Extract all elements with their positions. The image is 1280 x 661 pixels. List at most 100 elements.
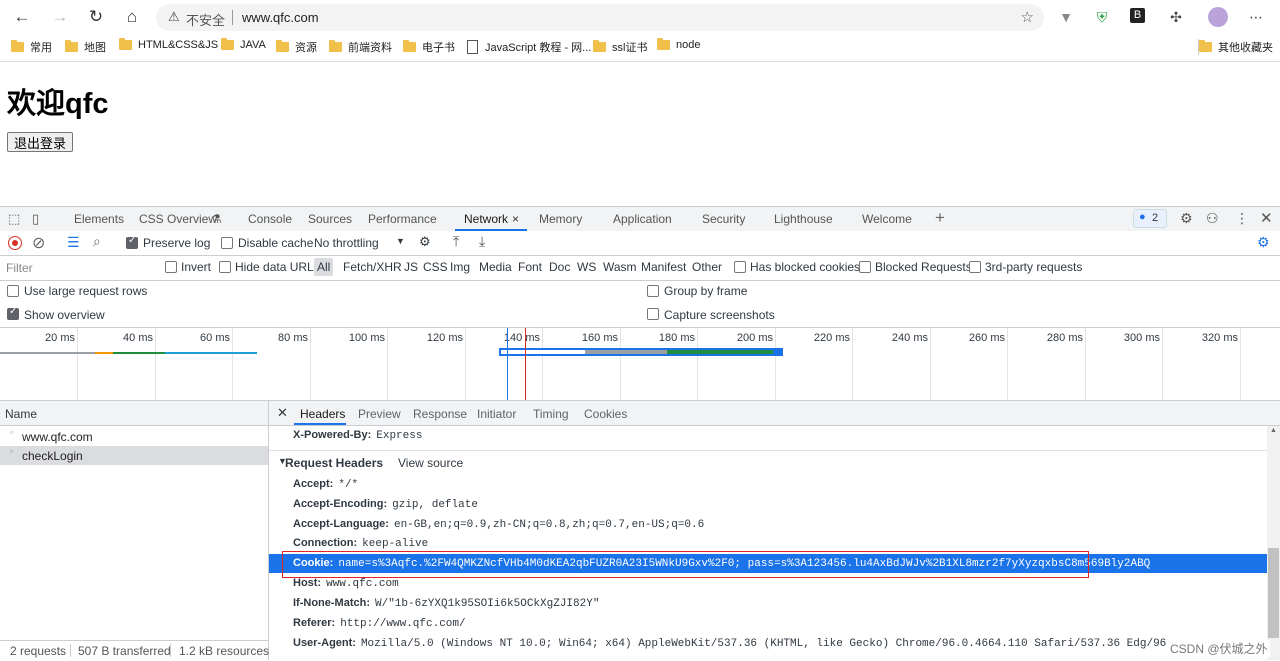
shield-icon[interactable]: ⛨ [1093, 8, 1111, 26]
third-party-checkbox[interactable] [969, 261, 981, 273]
hide-data-urls-checkbox[interactable] [219, 261, 231, 273]
network-settings-icon[interactable]: ⚙ [1257, 234, 1270, 251]
avatar[interactable] [1208, 7, 1228, 27]
bookmark-folder[interactable]: JAVA [221, 38, 266, 51]
bookmark-folder[interactable]: ssl证书 [593, 39, 647, 55]
request-row-selected[interactable]: ▫ checkLogin [0, 446, 268, 465]
add-tab-icon[interactable]: + [935, 208, 945, 228]
show-overview-checkbox[interactable] [7, 306, 19, 320]
address-bar[interactable]: ⚠ 不安全 www.qfc.com ☆ [156, 4, 1044, 31]
extension-v-icon[interactable]: ▼ [1057, 8, 1075, 26]
scroll-up-icon[interactable]: ▲ [1270, 427, 1277, 434]
bookmark-folder[interactable]: node [657, 38, 700, 51]
bookmark-folder[interactable]: 电子书 [403, 39, 455, 55]
type-filter-font[interactable]: Font [518, 260, 542, 274]
type-filter-other[interactable]: Other [692, 260, 722, 274]
tab-headers[interactable]: Headers [300, 407, 345, 421]
type-filter-media[interactable]: Media [479, 260, 512, 274]
capture-screenshots-checkbox[interactable] [647, 308, 659, 320]
issues-badge[interactable]: ● 2 [1133, 209, 1167, 228]
name-column-header[interactable]: Name [5, 407, 37, 421]
blocked-cookies-checkbox[interactable] [734, 261, 746, 273]
extensions-puzzle-icon[interactable]: ✣ [1167, 8, 1185, 26]
view-source-link[interactable]: View source [398, 456, 463, 470]
type-filter-js[interactable]: JS [404, 260, 418, 274]
invert-checkbox[interactable] [165, 261, 177, 273]
url-text[interactable]: www.qfc.com [242, 10, 319, 25]
filter-input[interactable]: Filter [6, 261, 33, 275]
close-devtools-icon[interactable]: ✕ [1260, 209, 1273, 227]
type-filter-css[interactable]: CSS [423, 260, 448, 274]
more-icon[interactable]: ⋯ [1247, 8, 1265, 26]
request-list: Name ▫ www.qfc.com ▫ checkLogin [0, 401, 269, 660]
large-rows-checkbox[interactable] [7, 285, 19, 297]
export-har-icon[interactable]: ⤓ [479, 233, 485, 250]
preserve-log-checkbox[interactable] [126, 235, 138, 249]
chevron-down-icon[interactable]: ▼ [396, 236, 405, 246]
bookmark-folder[interactable]: HTML&CSS&JS [119, 38, 218, 51]
tab-response[interactable]: Response [413, 407, 467, 421]
type-filter-all[interactable]: All [314, 258, 334, 276]
remote-devices-icon[interactable]: ⚇ [1206, 210, 1219, 227]
blocked-requests-checkbox[interactable] [859, 261, 871, 273]
tab-initiator[interactable]: Initiator [477, 407, 516, 421]
tab-console[interactable]: Console [248, 212, 292, 226]
network-conditions-icon[interactable]: ⚙ [419, 234, 431, 250]
type-filter-wasm[interactable]: Wasm [603, 260, 637, 274]
refresh-icon[interactable]: ↻ [86, 7, 106, 27]
request-headers-title[interactable]: Request Headers [285, 456, 383, 470]
settings-gear-icon[interactable]: ⚙ [1180, 210, 1193, 227]
active-detail-tab-indicator [294, 423, 346, 425]
close-detail-icon[interactable]: ✕ [277, 405, 288, 421]
type-filter-ws[interactable]: WS [577, 260, 596, 274]
tab-elements[interactable]: Elements [74, 212, 124, 226]
type-filter-fetch-xhr[interactable]: Fetch/XHR [343, 260, 402, 274]
timeline-overview[interactable]: 20 ms 40 ms 60 ms 80 ms 100 ms 120 ms 14… [0, 328, 1280, 401]
import-har-icon[interactable]: ⤒ [453, 233, 459, 250]
logout-button[interactable]: 退出登录 [7, 132, 74, 152]
clear-icon[interactable]: ⊘ [32, 233, 45, 253]
type-filter-manifest[interactable]: Manifest [641, 260, 686, 274]
request-row[interactable]: ▫ www.qfc.com [0, 427, 268, 446]
request-detail-panel: ✕ Headers Preview Response Initiator Tim… [269, 401, 1280, 660]
group-by-frame-checkbox[interactable] [647, 285, 659, 297]
tab-memory[interactable]: Memory [539, 212, 582, 226]
home-icon[interactable]: ⌂ [122, 7, 142, 27]
tab-network[interactable]: Network [464, 212, 508, 226]
tab-cookies[interactable]: Cookies [584, 407, 627, 421]
tab-lighthouse[interactable]: Lighthouse [774, 212, 833, 226]
tab-application[interactable]: Application [613, 212, 672, 226]
large-rows-label: Use large request rows [24, 284, 148, 298]
search-icon[interactable]: ⌕ [93, 233, 101, 250]
extension-b-icon[interactable]: B [1130, 8, 1145, 23]
favorite-star-icon[interactable]: ☆ [1021, 8, 1034, 26]
type-filter-img[interactable]: Img [450, 260, 470, 274]
request-summary: 2 requests 507 B transferred 1.2 kB reso… [0, 640, 269, 661]
tab-performance[interactable]: Performance [368, 212, 437, 226]
flask-icon: ⚗ [211, 212, 222, 226]
other-bookmarks[interactable]: 其他收藏夹 [1198, 39, 1273, 55]
tab-preview[interactable]: Preview [358, 407, 401, 421]
tab-sources[interactable]: Sources [308, 212, 352, 226]
kebab-menu-icon[interactable]: ⋮ [1235, 210, 1249, 227]
disable-cache-checkbox[interactable] [221, 237, 233, 249]
bookmark-folder[interactable]: 地图 [65, 39, 106, 55]
tab-css-overview[interactable]: CSS Overview [139, 212, 217, 226]
back-icon[interactable]: ← [12, 7, 32, 27]
forward-icon[interactable]: → [50, 7, 70, 27]
tab-security[interactable]: Security [702, 212, 745, 226]
bookmark-folder[interactable]: 常用 [11, 39, 52, 55]
bookmark-folder[interactable]: 资源 [276, 39, 317, 55]
record-icon[interactable] [8, 236, 22, 250]
tab-timing[interactable]: Timing [533, 407, 569, 421]
type-filter-doc[interactable]: Doc [549, 260, 570, 274]
bookmark-page[interactable]: JavaScript 教程 - 网... [467, 39, 591, 55]
tab-welcome[interactable]: Welcome [862, 212, 912, 226]
scrollbar-thumb[interactable] [1268, 548, 1279, 638]
inspect-icon[interactable]: ⬚ [8, 211, 20, 227]
bookmark-folder[interactable]: 前端资料 [329, 39, 392, 55]
close-tab-icon[interactable]: × [512, 212, 519, 226]
device-toolbar-icon[interactable]: ▯ [32, 211, 39, 227]
filter-icon[interactable]: ☰ [67, 234, 80, 251]
throttling-select[interactable]: No throttling [314, 236, 379, 250]
